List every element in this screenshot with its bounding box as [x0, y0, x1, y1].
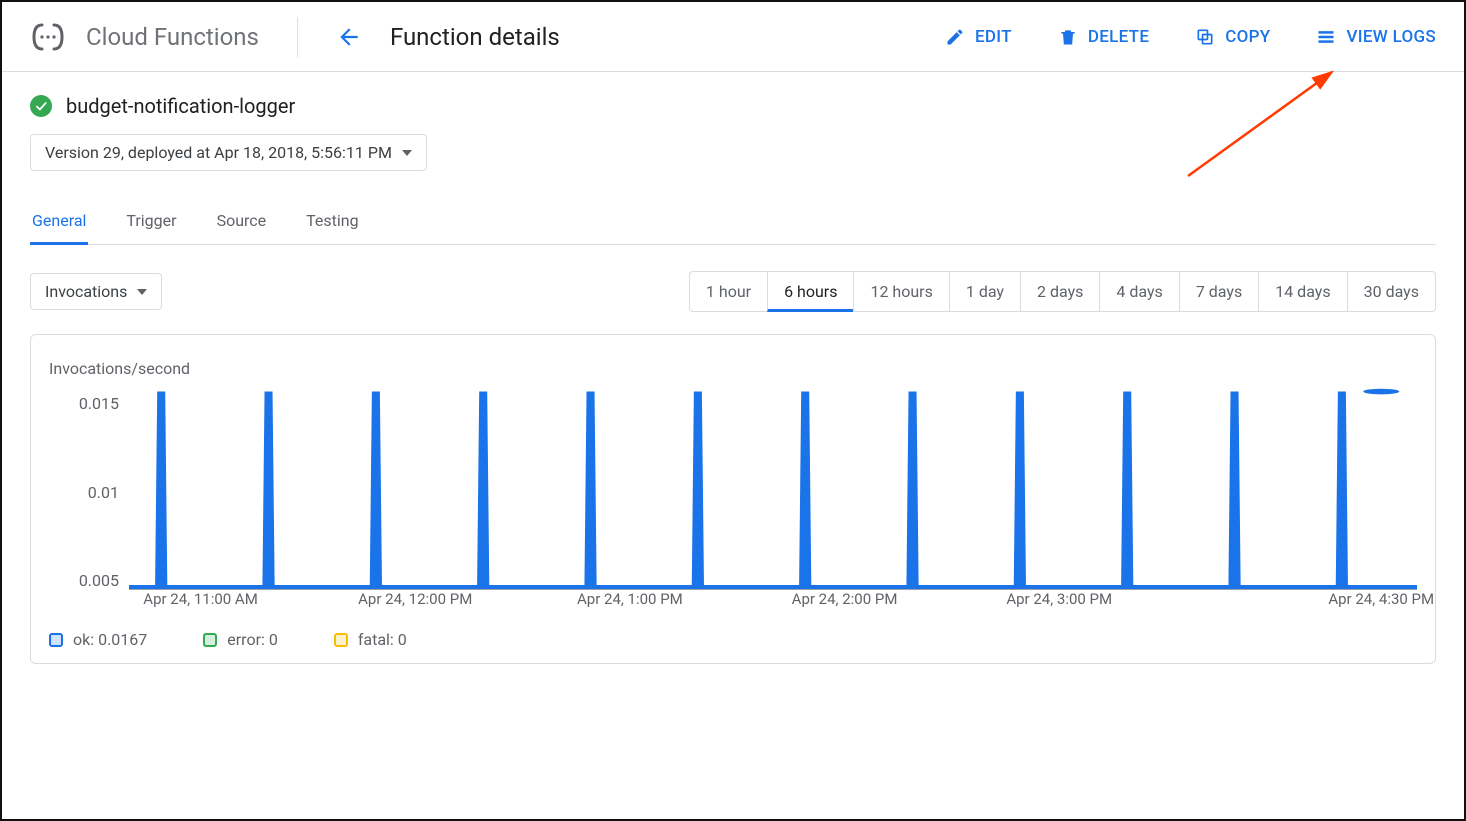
logs-icon	[1316, 27, 1336, 47]
copy-button[interactable]: COPY	[1195, 27, 1270, 47]
range-30-days[interactable]: 30 days	[1347, 271, 1436, 312]
trash-icon	[1058, 27, 1078, 47]
legend-swatch-fatal	[334, 633, 348, 647]
legend-ok: ok: 0.0167	[49, 630, 147, 649]
chevron-down-icon	[137, 289, 147, 295]
view-logs-button[interactable]: VIEW LOGS	[1316, 27, 1436, 47]
legend-fatal-label: fatal: 0	[358, 630, 407, 649]
legend-fatal: fatal: 0	[334, 630, 407, 649]
range-4-days[interactable]: 4 days	[1099, 271, 1179, 312]
legend-error: error: 0	[203, 630, 278, 649]
tab-trigger[interactable]: Trigger	[124, 199, 178, 245]
view-logs-label: VIEW LOGS	[1346, 27, 1436, 47]
range-7-days[interactable]: 7 days	[1179, 271, 1259, 312]
tab-testing[interactable]: Testing	[304, 199, 360, 245]
product-icon	[30, 19, 66, 55]
x-axis-ticks: Apr 24, 11:00 AMApr 24, 12:00 PMApr 24, …	[129, 590, 1417, 618]
metric-select[interactable]: Invocations	[30, 273, 162, 310]
chart-y-label: Invocations/second	[49, 359, 1417, 378]
legend-error-label: error: 0	[227, 630, 278, 649]
y-axis-ticks: 0.0150.010.005	[49, 388, 129, 618]
product-title: Cloud Functions	[86, 23, 259, 51]
edit-label: EDIT	[975, 27, 1012, 47]
app-bar: Cloud Functions Function details EDIT DE…	[2, 2, 1464, 72]
legend-ok-label: ok: 0.0167	[73, 630, 147, 649]
range-1-day[interactable]: 1 day	[949, 271, 1021, 312]
chart-plot[interactable]	[129, 388, 1417, 590]
tabs: General Trigger Source Testing	[30, 199, 1436, 245]
range-12-hours[interactable]: 12 hours	[853, 271, 949, 312]
chevron-down-icon	[402, 150, 412, 156]
edit-button[interactable]: EDIT	[945, 27, 1012, 47]
tab-source[interactable]: Source	[215, 199, 269, 245]
range-6-hours[interactable]: 6 hours	[767, 271, 854, 312]
delete-button[interactable]: DELETE	[1058, 27, 1149, 47]
copy-icon	[1195, 27, 1215, 47]
range-14-days[interactable]: 14 days	[1258, 271, 1347, 312]
pencil-icon	[945, 27, 965, 47]
arrow-left-icon	[336, 24, 362, 50]
status-ok-icon	[30, 95, 52, 117]
range-1-hour[interactable]: 1 hour	[689, 271, 768, 312]
back-button[interactable]	[336, 24, 362, 50]
version-select[interactable]: Version 29, deployed at Apr 18, 2018, 5:…	[30, 134, 427, 171]
chart-area: 0.0150.010.005 Apr 24, 11:00 AMApr 24, 1…	[49, 388, 1417, 618]
time-range-group: 1 hour6 hours12 hours1 day2 days4 days7 …	[689, 271, 1436, 312]
copy-label: COPY	[1225, 27, 1270, 47]
divider	[297, 17, 298, 57]
tab-general[interactable]: General	[30, 199, 88, 245]
version-label: Version 29, deployed at Apr 18, 2018, 5:…	[45, 143, 392, 162]
function-name: budget-notification-logger	[66, 94, 295, 118]
delete-label: DELETE	[1088, 27, 1149, 47]
legend-swatch-error	[203, 633, 217, 647]
range-2-days[interactable]: 2 days	[1020, 271, 1100, 312]
metric-label: Invocations	[45, 282, 127, 301]
page-title: Function details	[390, 23, 560, 51]
chart-legend: ok: 0.0167 error: 0 fatal: 0	[49, 630, 1417, 649]
chart-card: Invocations/second 0.0150.010.005 Apr 24…	[30, 334, 1436, 664]
legend-swatch-ok	[49, 633, 63, 647]
